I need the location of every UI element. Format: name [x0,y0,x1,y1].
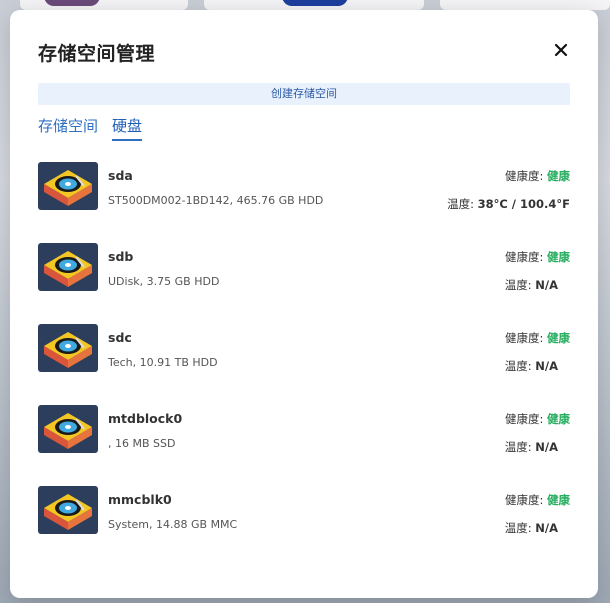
temperature-label: 温度: [504,359,536,373]
hard-disk-icon [38,405,98,453]
health-label: 健康度: [504,493,547,507]
disk-description: , 16 MB SSD [108,437,176,450]
temperature-label: 温度: [447,197,478,211]
disk-description: Tech, 10.91 TB HDD [108,356,218,369]
active-tab-indicator [112,139,143,141]
hard-disk-icon [38,162,98,210]
disk-health: 健康度: 健康 [505,249,570,265]
temperature-value: N/A [535,521,558,535]
disk-name: sdc [108,330,132,345]
disk-temperature: 温度: N/A [505,358,558,374]
disk-name: sdb [108,249,134,264]
create-storage-space-button[interactable]: 创建存储空间 [38,83,570,105]
disk-row-sdc[interactable]: sdc Tech, 10.91 TB HDD 健康度: 健康 温度: N/A [38,322,570,382]
health-status: 健康 [547,169,570,183]
disk-health: 健康度: 健康 [505,411,570,427]
background-app-thumbnail-2 [282,0,348,6]
disk-name: mmcblk0 [108,492,172,507]
temperature-label: 温度: [504,521,536,535]
disk-health: 健康度: 健康 [505,330,570,346]
temperature-value: N/A [535,359,558,373]
health-label: 健康度: [504,250,547,264]
health-label: 健康度: [504,169,547,183]
disk-health: 健康度: 健康 [505,492,570,508]
temperature-value: N/A [535,440,558,454]
background-app-thumbnail-1 [44,0,100,6]
disk-temperature: 温度: 38°C / 100.4°F [447,196,570,212]
storage-management-dialog: 存储空间管理 创建存储空间 存储空间 硬盘 sda ST500DM002-1BD… [10,10,598,598]
disk-description: UDisk, 3.75 GB HDD [108,275,220,288]
hard-disk-icon [38,243,98,291]
close-icon[interactable] [550,39,572,61]
disk-temperature: 温度: N/A [505,520,558,536]
temperature-value: 38°C / 100.4°F [477,197,570,211]
temperature-label: 温度: [504,440,536,454]
health-label: 健康度: [504,412,547,426]
health-label: 健康度: [504,331,547,345]
hard-disk-icon [38,324,98,372]
disk-row-mtdblock0[interactable]: mtdblock0 , 16 MB SSD 健康度: 健康 温度: N/A [38,403,570,463]
disk-name: mtdblock0 [108,411,183,426]
disk-temperature: 温度: N/A [505,277,558,293]
disk-name: sda [108,168,133,183]
health-status: 健康 [547,331,570,345]
disk-health: 健康度: 健康 [505,168,570,184]
disk-row-mmcblk0[interactable]: mmcblk0 System, 14.88 GB MMC 健康度: 健康 温度:… [38,484,570,544]
dialog-title: 存储空间管理 [38,43,156,65]
disk-description: System, 14.88 GB MMC [108,518,238,531]
health-status: 健康 [547,493,570,507]
disk-description: ST500DM002-1BD142, 465.76 GB HDD [108,194,324,207]
tab-storage-space[interactable]: 存储空间 [38,115,98,136]
health-status: 健康 [547,412,570,426]
temperature-label: 温度: [504,278,536,292]
hard-disk-icon [38,486,98,534]
health-status: 健康 [547,250,570,264]
temperature-value: N/A [535,278,558,292]
disk-row-sdb[interactable]: sdb UDisk, 3.75 GB HDD 健康度: 健康 温度: N/A [38,241,570,301]
background-window-3 [440,0,610,10]
tab-disks[interactable]: 硬盘 [112,115,143,141]
tab-disks-label: 硬盘 [112,117,143,135]
disk-temperature: 温度: N/A [505,439,558,455]
disk-row-sda[interactable]: sda ST500DM002-1BD142, 465.76 GB HDD 健康度… [38,160,570,220]
